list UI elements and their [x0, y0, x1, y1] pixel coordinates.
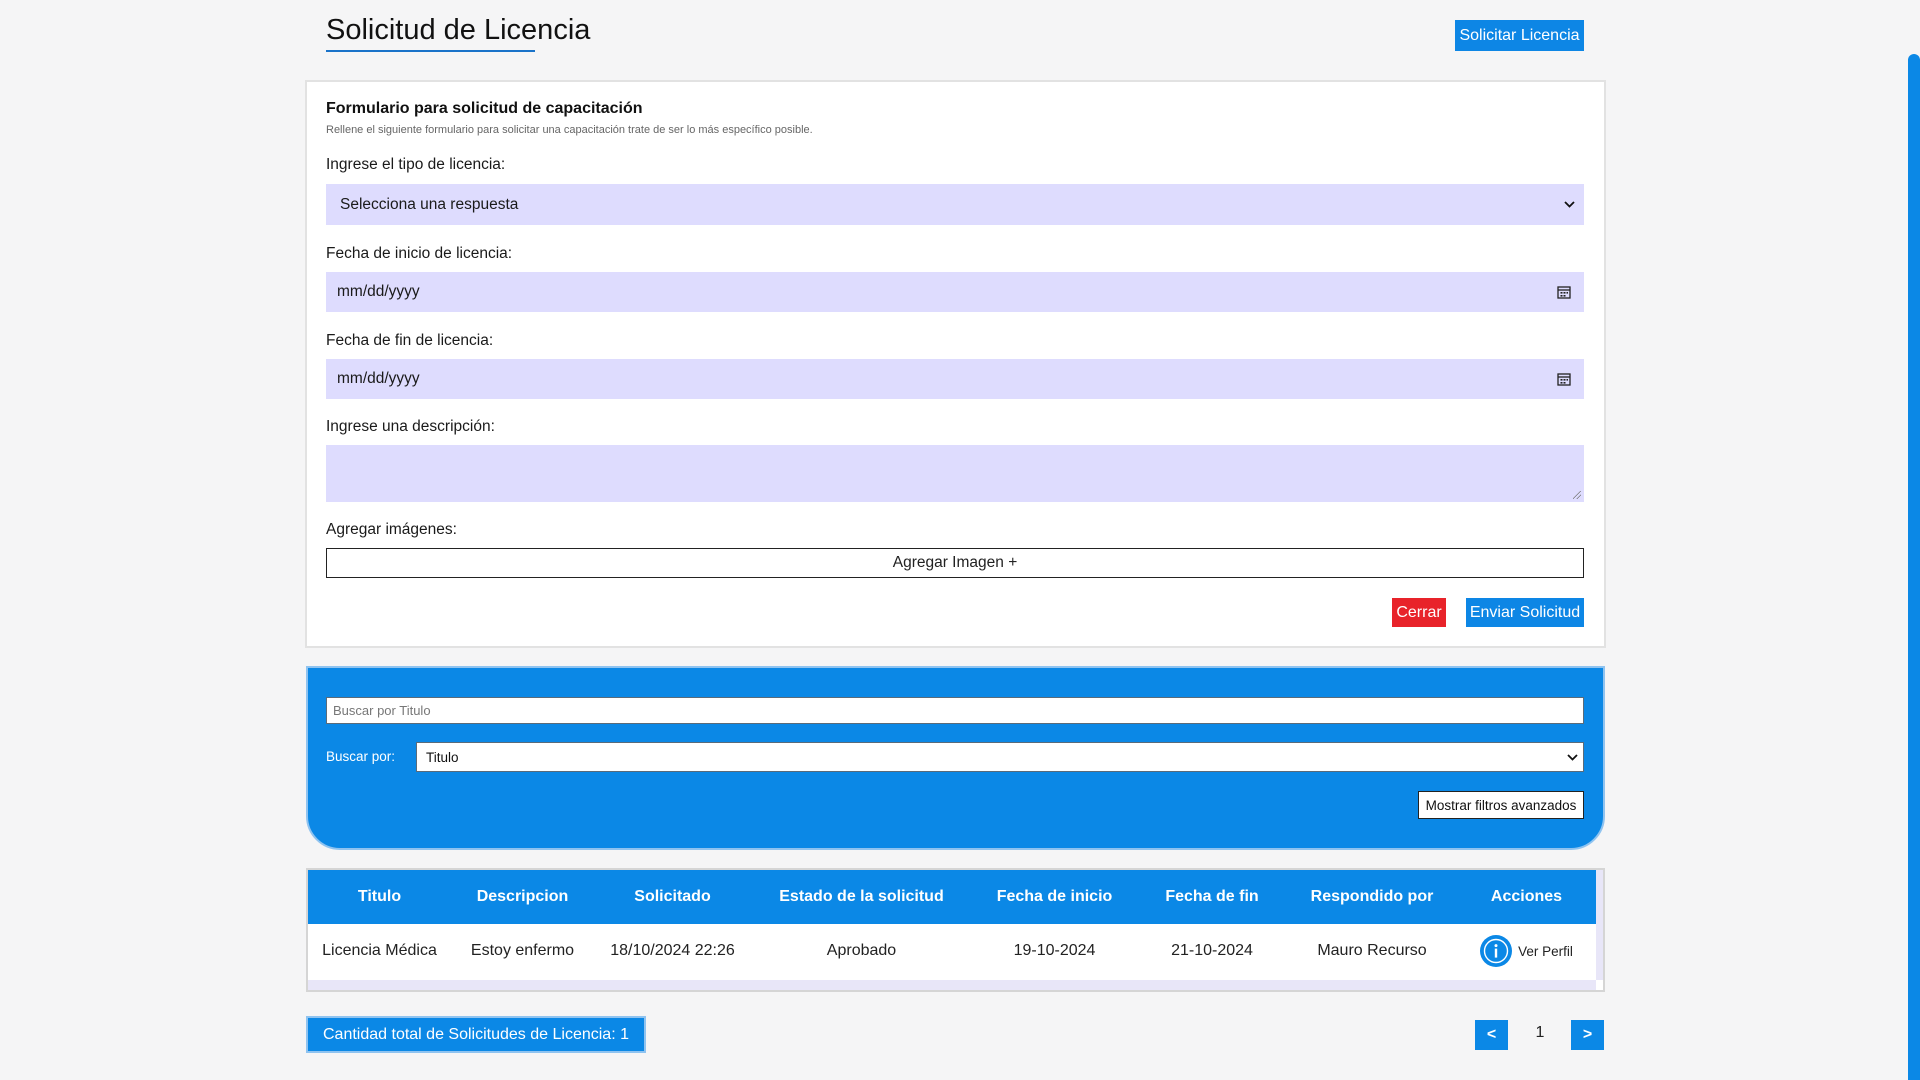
cell-descripcion: Estoy enfermo	[470, 942, 575, 959]
cell-respondido-por: Mauro Recurso	[1317, 942, 1427, 959]
column-header-fecha-inicio: Fecha de inicio	[996, 888, 1113, 905]
license-type-select[interactable]: Selecciona una respuesta	[326, 184, 1584, 225]
cell-fecha-fin: 21-10-2024	[1171, 942, 1253, 959]
table-horizontal-scrollbar[interactable]	[308, 980, 1596, 990]
end-date-input[interactable]: mm/dd/yyyy	[326, 359, 1584, 399]
request-license-button[interactable]: Solicitar Licencia	[1455, 20, 1584, 51]
end-date-value: mm/dd/yyyy	[337, 370, 420, 387]
column-header-fecha-fin: Fecha de fin	[1165, 888, 1259, 905]
column-header-acciones: Acciones	[1490, 888, 1563, 905]
add-image-button[interactable]: Agregar Imagen +	[326, 548, 1584, 578]
page-title: Solicitud de Licencia	[326, 14, 591, 46]
end-date-label: Fecha de fin de licencia:	[326, 332, 494, 349]
table-vertical-scrollbar[interactable]	[1596, 870, 1603, 980]
total-requests-count: Cantidad total de Solicitudes de Licenci…	[306, 1016, 646, 1053]
images-label: Agregar imágenes:	[326, 521, 457, 538]
cell-titulo: Licencia Médica	[322, 942, 437, 959]
column-header-descripcion: Descripcion	[476, 888, 569, 905]
cell-fecha-inicio: 19-10-2024	[1013, 942, 1096, 959]
advanced-filters-button[interactable]: Mostrar filtros avanzados	[1418, 791, 1584, 819]
license-type-value: Selecciona una respuesta	[340, 195, 519, 213]
form-heading: Formulario para solicitud de capacitació…	[326, 100, 643, 117]
calendar-icon[interactable]	[1544, 372, 1584, 386]
search-input[interactable]: Buscar por Titulo	[326, 697, 1584, 724]
next-page-button[interactable]: >	[1571, 1020, 1604, 1050]
previous-page-button[interactable]: <	[1475, 1020, 1508, 1050]
form-subheading: Rellene el siguiente formulario para sol…	[326, 124, 813, 136]
start-date-label: Fecha de inicio de licencia:	[326, 245, 513, 262]
calendar-icon[interactable]	[1544, 285, 1584, 299]
description-textarea[interactable]	[326, 445, 1584, 502]
column-header-respondido-por: Respondido por	[1310, 888, 1434, 905]
search-placeholder: Buscar por Titulo	[333, 703, 431, 718]
search-by-label: Buscar por:	[326, 749, 396, 764]
cell-estado: Aprobado	[826, 942, 897, 959]
search-by-value: Titulo	[426, 749, 459, 765]
license-type-label: Ingrese el tipo de licencia:	[326, 156, 506, 173]
column-header-solicitado: Solicitado	[634, 888, 711, 905]
page-scrollbar-thumb[interactable]	[1908, 54, 1920, 1080]
info-icon[interactable]	[1480, 935, 1513, 967]
resize-grip-icon[interactable]	[1573, 491, 1581, 499]
table-header-row: Titulo Descripcion Solicitado Estado de …	[308, 870, 1596, 924]
search-by-select[interactable]: Titulo	[416, 742, 1584, 772]
chevron-down-icon	[1554, 201, 1584, 208]
current-page-number: 1	[1535, 1024, 1545, 1041]
close-button[interactable]: Cerrar	[1392, 598, 1446, 627]
start-date-value: mm/dd/yyyy	[337, 283, 420, 300]
title-underline	[326, 50, 535, 52]
submit-request-button[interactable]: Enviar Solicitud	[1466, 598, 1584, 627]
view-profile-link[interactable]: Ver Perfil	[1518, 944, 1573, 959]
column-header-estado: Estado de la solicitud	[779, 888, 944, 905]
start-date-input[interactable]: mm/dd/yyyy	[326, 272, 1584, 312]
cell-solicitado: 18/10/2024 22:26	[610, 942, 735, 959]
description-label: Ingrese una descripción:	[326, 418, 495, 435]
chevron-down-icon	[1561, 753, 1583, 761]
column-header-titulo: Titulo	[357, 888, 402, 905]
cell-acciones: Ver Perfil	[1457, 924, 1596, 978]
requests-table: Titulo Descripcion Solicitado Estado de …	[306, 868, 1605, 992]
